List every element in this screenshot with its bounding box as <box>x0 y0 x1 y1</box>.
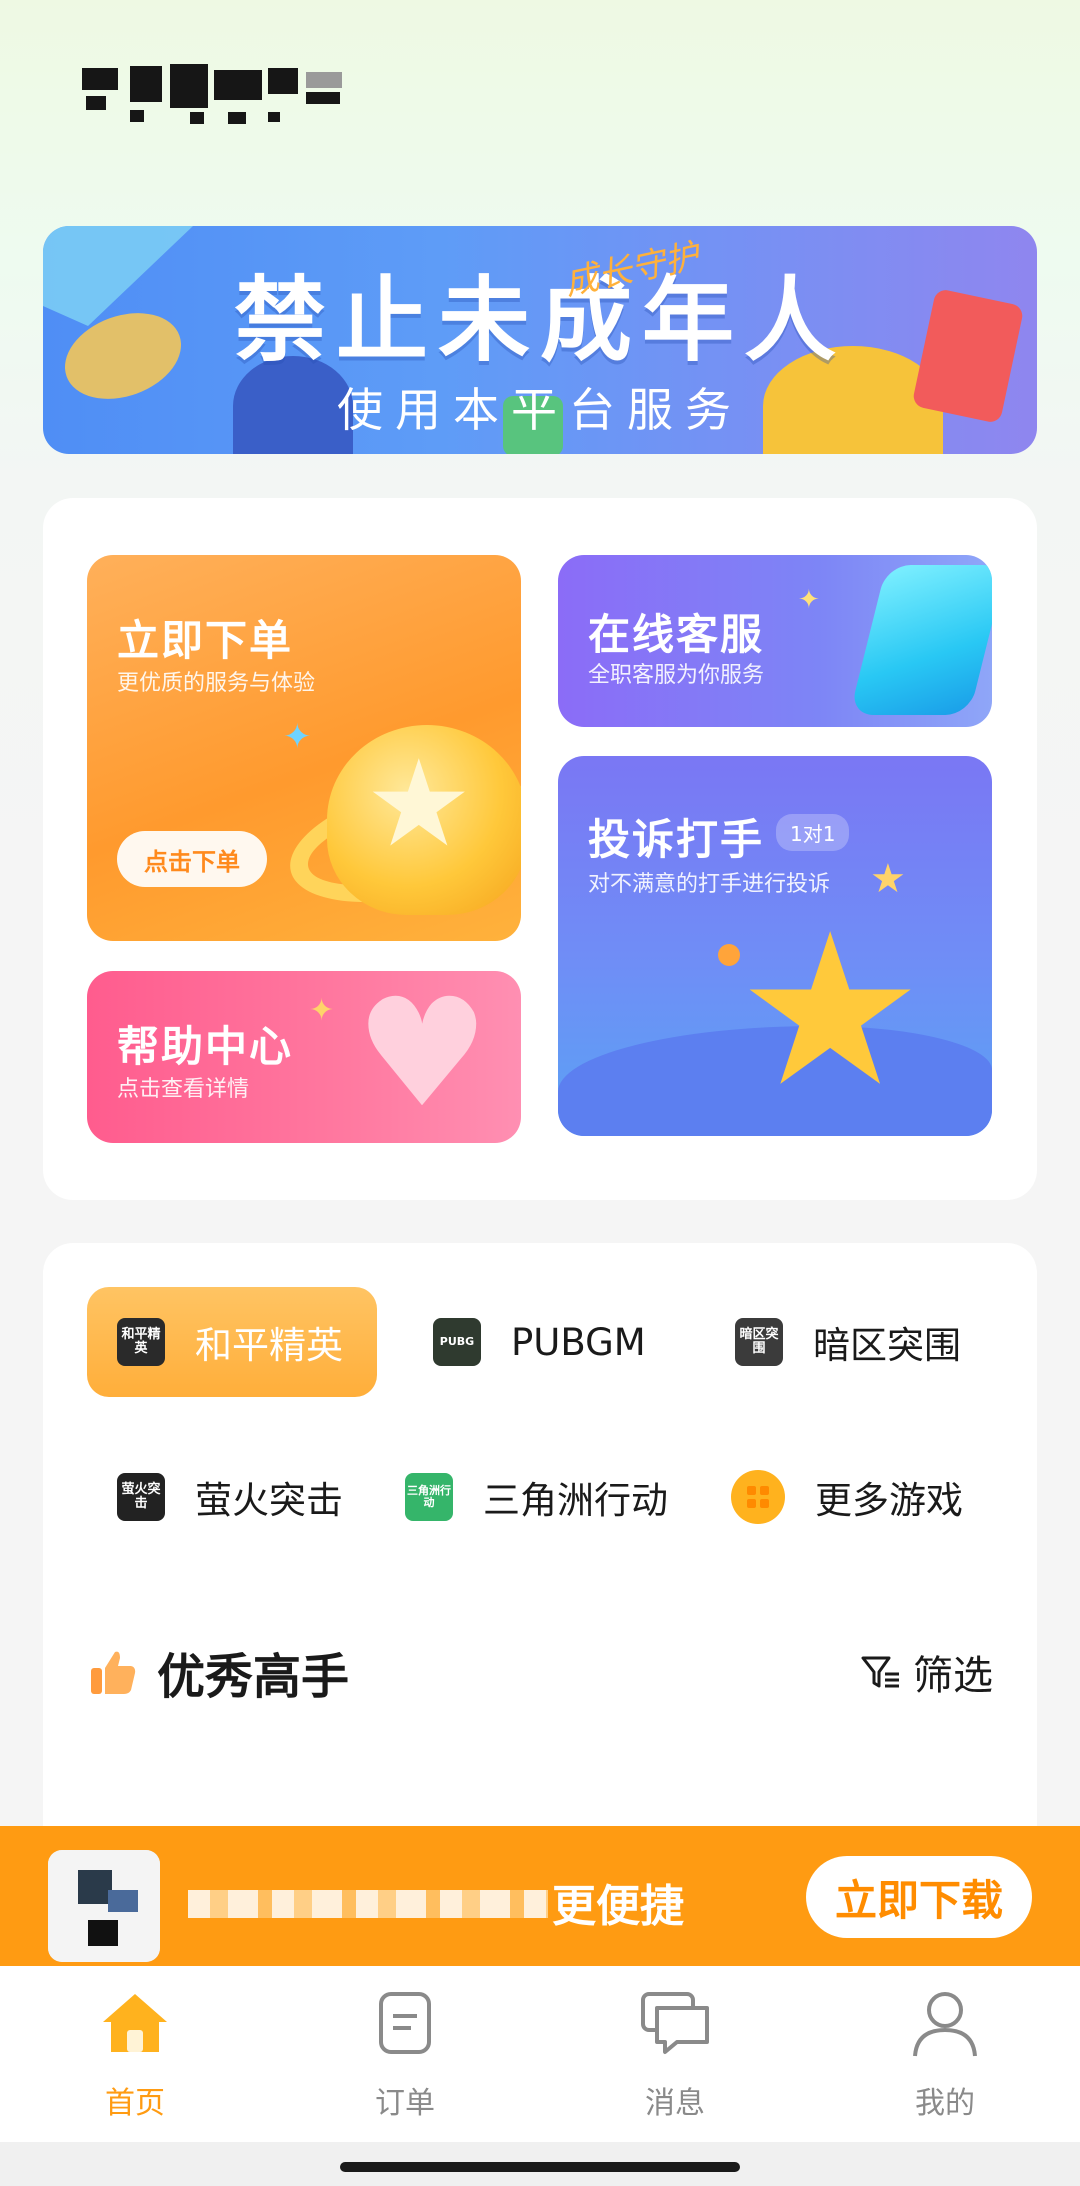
yinghuo-icon: 萤火突击 <box>117 1473 165 1521</box>
pubgm-icon: PUBG <box>433 1318 481 1366</box>
game-tab-label: 更多游戏 <box>815 1479 963 1522</box>
section-header: 优秀高手 <box>87 1637 349 1707</box>
service-panel: 立即下单 更优质的服务与体验 ★ ✦ 点击下单 在线客服 全职客服为你服务 ✦ … <box>43 498 1037 1200</box>
heart-face-icon: ♥ <box>355 971 490 1141</box>
minor-warning-banner[interactable]: 禁止未成年人 使用本平台服务 成长守护 <box>43 226 1037 454</box>
app-logo-obscured <box>48 1850 160 1962</box>
sparkle-icon: ✦ <box>309 993 335 1028</box>
download-app-bar[interactable]: 更便捷 立即下载 <box>0 1826 1080 1966</box>
thumbs-up-icon <box>91 1651 136 1694</box>
help-center-title: 帮助中心 <box>117 1022 294 1071</box>
anqu-icon: 暗区突围 <box>735 1318 783 1366</box>
heping-icon: 和平精英 <box>117 1318 165 1366</box>
game-tab-label: 和平精英 <box>195 1324 343 1367</box>
game-tab-sanjiaozhou[interactable]: 三角洲行动 三角洲行动 <box>405 1442 715 1552</box>
customer-service-title: 在线客服 <box>588 610 765 659</box>
filter-button[interactable]: 筛选 <box>859 1643 993 1701</box>
message-icon <box>641 1992 709 2054</box>
game-tab-more[interactable]: 更多游戏 <box>731 1442 1011 1552</box>
customer-service-subtitle: 全职客服为你服务 <box>588 663 765 688</box>
nav-label-home: 首页 <box>105 2086 165 2121</box>
section-title: 优秀高手 <box>157 1649 350 1705</box>
order-subtitle: 更优质的服务与体验 <box>117 671 316 696</box>
game-tab-anqu[interactable]: 暗区突围 暗区突围 <box>735 1287 1015 1397</box>
profile-icon <box>913 1992 977 2057</box>
nav-item-message[interactable]: 消息 <box>540 1966 810 2142</box>
download-promo-text: 更便捷 <box>552 1881 684 1932</box>
dot-decoration <box>718 944 740 966</box>
place-order-button[interactable]: 点击下单 <box>117 831 267 887</box>
one-on-one-badge: 1对1 <box>776 814 850 851</box>
filter-label: 筛选 <box>913 1653 993 1699</box>
help-center-subtitle: 点击查看详情 <box>117 1077 250 1102</box>
nav-item-profile[interactable]: 我的 <box>810 1966 1080 2142</box>
game-tab-label: PUBGM <box>511 1320 646 1364</box>
game-tab-heping[interactable]: 和平精英 和平精英 <box>87 1287 377 1397</box>
sanjiaozhou-icon: 三角洲行动 <box>405 1473 453 1521</box>
star-face-icon: ★ <box>365 735 473 874</box>
order-icon <box>379 1992 431 2054</box>
home-icon <box>103 1994 167 2052</box>
game-tab-pubgm[interactable]: PUBG PUBGM <box>433 1287 693 1397</box>
bottom-navigation: 首页 订单 消息 我的 <box>0 1966 1080 2142</box>
customer-service-tile[interactable]: 在线客服 全职客服为你服务 ✦ <box>558 555 992 727</box>
complaint-title: 投诉打手 <box>588 815 765 864</box>
lightning-icon <box>849 565 992 715</box>
nav-item-order[interactable]: 订单 <box>270 1966 540 2142</box>
game-tab-label: 萤火突击 <box>195 1479 343 1522</box>
game-tab-label: 暗区突围 <box>813 1324 961 1367</box>
banner-subtitle: 使用本平台服务 <box>337 383 743 437</box>
order-title: 立即下单 <box>117 616 294 665</box>
order-tile[interactable]: 立即下单 更优质的服务与体验 ★ ✦ 点击下单 <box>87 555 521 941</box>
sparkle-icon: ✦ <box>283 717 312 757</box>
nav-label-profile: 我的 <box>915 2086 975 2121</box>
star-face-icon: ★ <box>736 888 925 1133</box>
nav-item-home[interactable]: 首页 <box>0 1966 270 2142</box>
download-now-button[interactable]: 立即下载 <box>806 1856 1032 1938</box>
banner-title: 禁止未成年人 <box>233 267 846 374</box>
complaint-subtitle: 对不满意的打手进行投诉 <box>588 872 831 897</box>
complaint-tile[interactable]: ★ ★ 投诉打手 1对1 对不满意的打手进行投诉 <box>558 756 992 1136</box>
filter-icon <box>861 1656 899 1688</box>
nav-label-message: 消息 <box>645 2086 705 2121</box>
obscured-text <box>188 1890 548 1918</box>
home-indicator[interactable] <box>340 2162 740 2172</box>
game-tab-label: 三角洲行动 <box>483 1479 668 1522</box>
games-panel: 和平精英 和平精英 PUBG PUBGM 暗区突围 暗区突围 萤火突击 萤火突击… <box>43 1243 1037 1843</box>
nav-label-order: 订单 <box>375 2086 435 2121</box>
sparkle-icon: ✦ <box>798 585 820 615</box>
small-star-icon: ★ <box>870 856 906 902</box>
more-grid-icon <box>731 1470 785 1524</box>
header-title-obscured <box>78 62 354 142</box>
help-center-tile[interactable]: ♥ ✦ 帮助中心 点击查看详情 <box>87 971 521 1143</box>
game-tab-yinghuo[interactable]: 萤火突击 萤火突击 <box>117 1442 397 1552</box>
